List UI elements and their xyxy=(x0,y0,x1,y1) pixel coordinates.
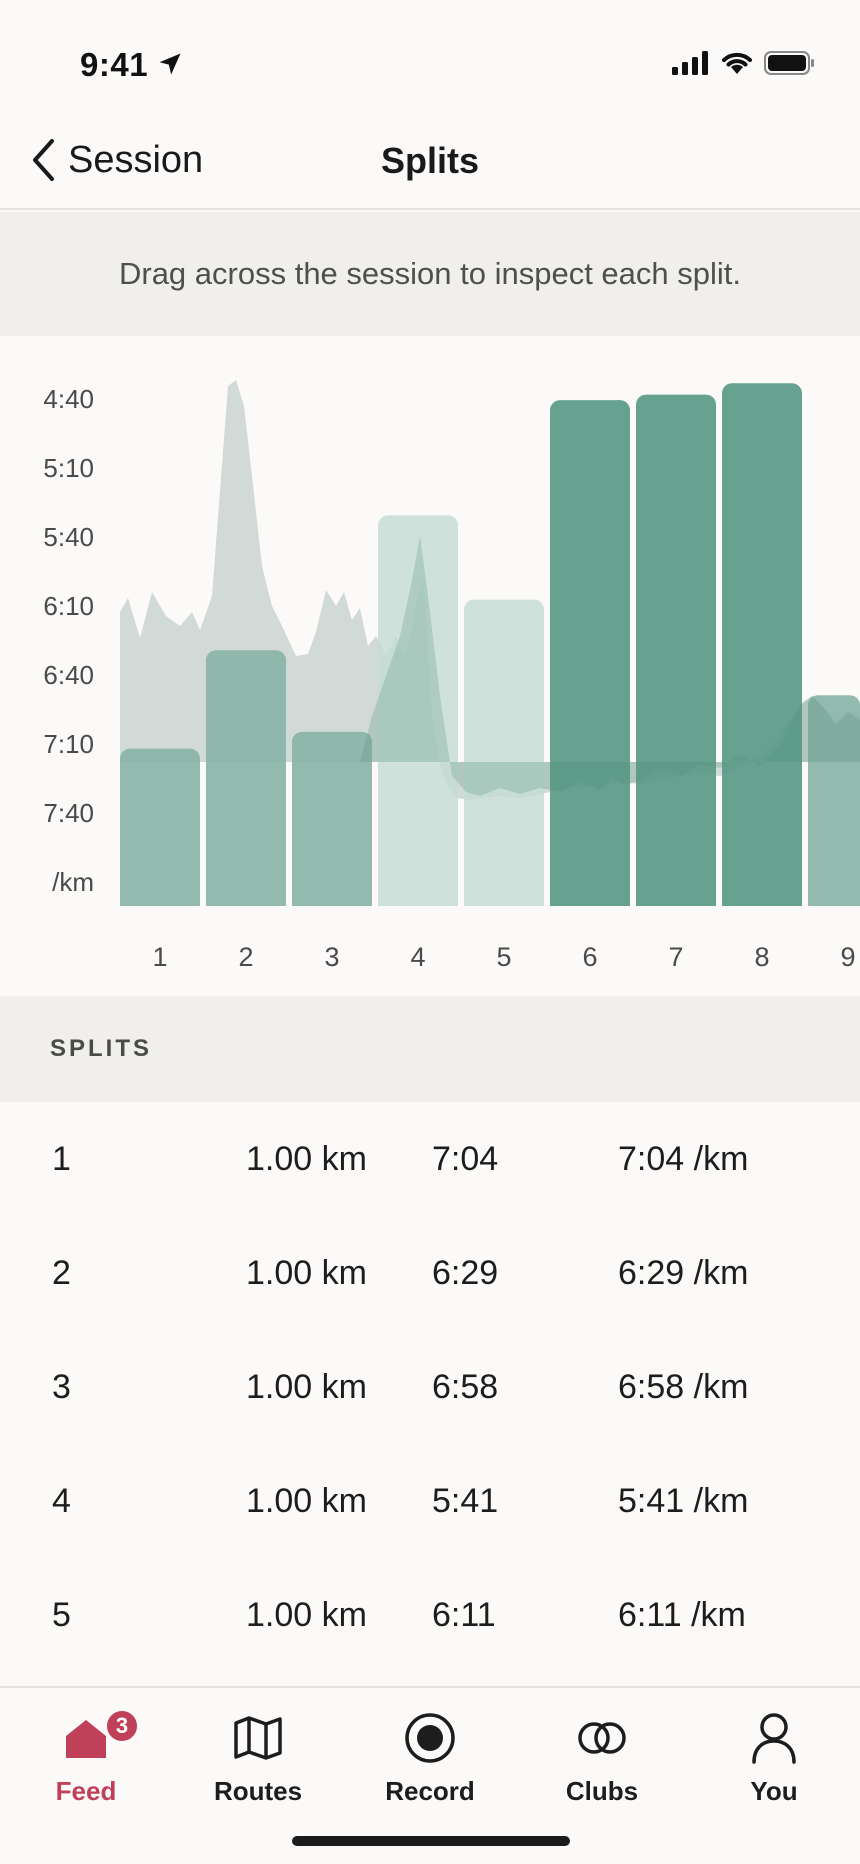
split-pace: 6:58 /km xyxy=(618,1368,749,1406)
split-row[interactable]: 5 1.00 km 6:11 6:11 /km xyxy=(0,1558,860,1672)
y-axis-unit: /km xyxy=(52,867,94,897)
split-bar xyxy=(722,383,802,936)
split-distance: 1.00 km xyxy=(246,1368,367,1406)
tab-label: You xyxy=(750,1776,798,1806)
split-distance: 1.00 km xyxy=(246,1482,367,1520)
page-title: Splits xyxy=(380,140,479,181)
y-tick-label: 7:10 xyxy=(43,729,94,759)
x-tick-label: 3 xyxy=(324,942,339,972)
tab-label: Feed xyxy=(55,1776,117,1806)
splits-table: 1 1.00 km 7:04 7:04 /km 2 1.00 km 6:29 6… xyxy=(0,1102,860,1672)
split-row[interactable]: 2 1.00 km 6:29 6:29 /km xyxy=(0,1216,860,1330)
x-tick-label: 8 xyxy=(754,942,769,972)
split-index: 3 xyxy=(52,1368,71,1406)
y-tick-label: 5:40 xyxy=(43,522,94,552)
tab-label: Clubs xyxy=(565,1776,639,1806)
status-time: 9:41 xyxy=(80,46,149,83)
split-time: 5:41 xyxy=(432,1482,499,1520)
split-time: 6:58 xyxy=(432,1368,499,1406)
splits-chart[interactable]: 4:40 5:10 5:40 6:10 6:40 7:10 7:40/km 1 2 3 4 5 6 7 8 9 xyxy=(0,336,860,996)
split-bar xyxy=(292,731,372,936)
x-tick-label: 5 xyxy=(496,942,511,972)
split-pace: 6:11 /km xyxy=(618,1596,746,1634)
split-distance: 1.00 km xyxy=(246,1140,367,1178)
status-bar: 9:41 xyxy=(0,0,860,110)
tab-label: Record xyxy=(385,1776,475,1806)
x-tick-label: 4 xyxy=(410,942,425,972)
split-distance: 1.00 km xyxy=(246,1254,367,1292)
navigation-bar: Session Splits xyxy=(0,110,860,210)
wifi-icon xyxy=(722,52,752,74)
splits-chart-svg[interactable]: 4:40 5:10 5:40 6:10 6:40 7:10 7:40/km 1 2 3 4 5 6 7 8 9 xyxy=(0,336,860,996)
notification-badge: 3 xyxy=(104,1708,140,1744)
y-tick-label: 4:40 xyxy=(43,384,94,414)
tab-clubs[interactable]: Clubs xyxy=(516,1708,688,1818)
y-tick-label: 7:40 xyxy=(43,798,94,828)
battery-icon xyxy=(764,51,814,75)
home-indicator xyxy=(292,1836,570,1846)
split-index: 4 xyxy=(52,1482,71,1520)
split-time: 7:04 xyxy=(432,1140,499,1178)
split-pace: 5:41 /km xyxy=(618,1482,749,1520)
tab-record[interactable]: Record xyxy=(344,1708,516,1818)
chart-baseline-cover xyxy=(0,906,860,996)
y-tick-label: 6:40 xyxy=(43,660,94,690)
drag-hint: Drag across the session to inspect each … xyxy=(0,212,860,336)
x-tick-label: 7 xyxy=(668,942,683,972)
split-index: 5 xyxy=(52,1596,71,1634)
status-indicators xyxy=(672,50,816,76)
split-bar xyxy=(636,394,716,936)
cellular-signal-icon xyxy=(672,51,708,75)
split-index: 2 xyxy=(52,1254,71,1292)
tab-label: Routes xyxy=(213,1776,303,1806)
split-distance: 1.00 km xyxy=(246,1596,367,1634)
tab-routes[interactable]: Routes xyxy=(172,1708,344,1818)
splits-section-header: SPLITS xyxy=(0,996,860,1102)
tab-you[interactable]: You xyxy=(688,1708,860,1818)
split-index: 1 xyxy=(52,1140,71,1178)
location-arrow-icon xyxy=(159,53,181,75)
y-tick-label: 5:10 xyxy=(43,453,94,483)
home-icon xyxy=(66,1720,106,1758)
record-icon xyxy=(405,1713,455,1763)
x-tick-label: 1 xyxy=(152,942,167,972)
split-pace: 7:04 /km xyxy=(618,1140,749,1178)
x-tick-label: 6 xyxy=(582,942,597,972)
clubs-icon xyxy=(578,1722,626,1754)
map-icon xyxy=(234,1716,282,1760)
split-row[interactable]: 3 1.00 km 6:58 6:58 /km xyxy=(0,1330,860,1444)
split-bar xyxy=(550,400,630,936)
split-time: 6:29 xyxy=(432,1254,499,1292)
tab-feed[interactable]: 3 Feed xyxy=(0,1708,172,1818)
split-row[interactable]: 1 1.00 km 7:04 7:04 /km xyxy=(0,1102,860,1216)
profile-icon xyxy=(752,1713,796,1764)
x-tick-label: 9 xyxy=(840,942,855,972)
y-tick-label: 6:10 xyxy=(43,591,94,621)
split-bar xyxy=(206,650,286,936)
split-pace: 6:29 /km xyxy=(618,1254,749,1292)
x-tick-label: 2 xyxy=(238,942,253,972)
split-time: 6:11 xyxy=(432,1596,496,1634)
split-row[interactable]: 4 1.00 km 5:41 5:41 /km xyxy=(0,1444,860,1558)
